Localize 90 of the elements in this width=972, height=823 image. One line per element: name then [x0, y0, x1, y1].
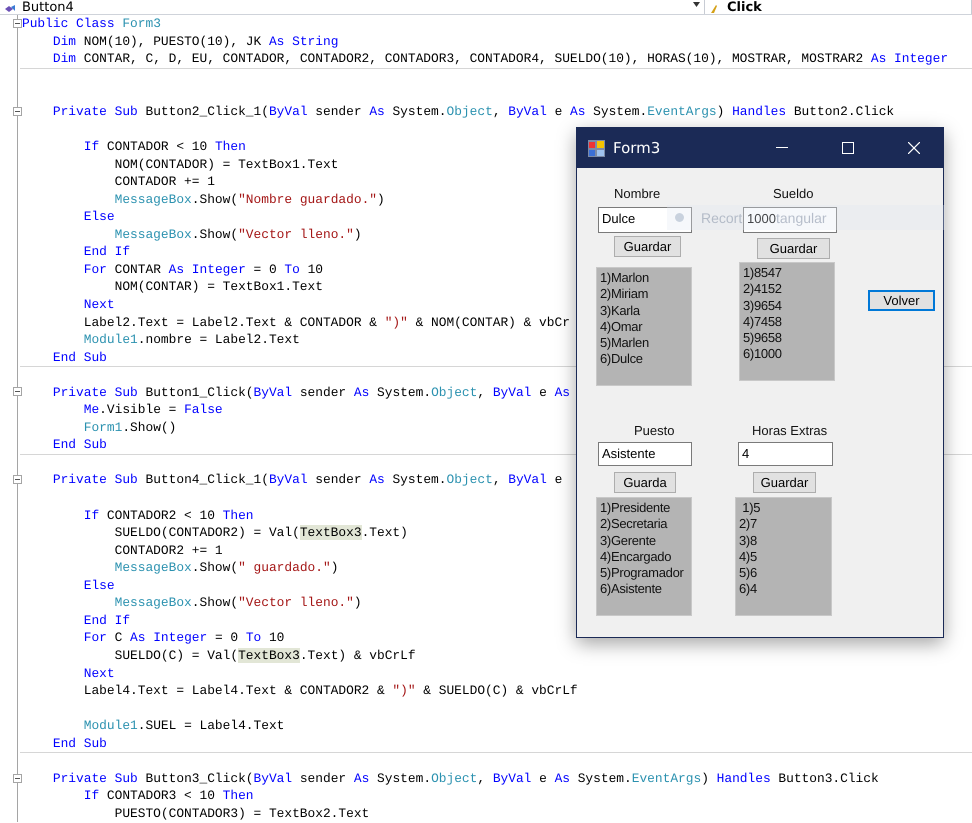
text-field[interactable]: Asistente: [598, 442, 692, 466]
field-label: Sueldo: [773, 186, 814, 201]
list-entry: 1)Presidente: [600, 500, 672, 516]
code-line: MessageBox.Show("Vector lleno."): [114, 226, 362, 243]
list-entry: 1)8547: [743, 265, 783, 282]
code-line: Next: [82, 296, 115, 314]
code-line: End If: [82, 612, 130, 629]
code-line: MessageBox.Show(" guardado."): [114, 559, 338, 576]
code-line: CONTADOR2 += 1: [114, 542, 223, 559]
list-entry: 3)Karla: [600, 302, 642, 319]
form-icon: [588, 140, 605, 156]
code-line: Else: [82, 576, 115, 594]
list-entry: 5)Marlen: [600, 335, 650, 352]
code-line: Module1.SUEL = Label4.Text: [82, 717, 284, 734]
list-entry: 2)Secretaria: [600, 516, 668, 533]
save-button[interactable]: Guardar: [753, 472, 816, 493]
code-line: Label2.Text = Label2.Text & CONTADOR & ")" & NOM(CONTAR) & vbCr: [82, 314, 570, 331]
save-button[interactable]: Guarda: [614, 472, 676, 493]
code-line: SUELDO(C) = Val(TextBox3.Text) & vbCrLf: [114, 646, 416, 664]
save-button[interactable]: Guardar: [757, 238, 830, 259]
code-line: End Sub: [52, 734, 107, 752]
code-line: End Sub: [52, 436, 107, 454]
field-label: Puesto: [634, 423, 674, 438]
member-dropdown[interactable]: Button4: [0, 0, 705, 14]
window-title: Form3: [613, 139, 662, 157]
event-dropdown[interactable]: Click: [705, 0, 972, 14]
code-line: Else: [82, 208, 115, 226]
ghost-label: tangular: [776, 210, 827, 226]
code-line: End If: [82, 243, 130, 260]
code-line: NOM(CONTAR) = TextBox1.Text: [114, 278, 323, 296]
list-entry: 3)9654: [743, 298, 783, 314]
code-line: Dim CONTAR, C, D, EU, CONTADOR, CONTADOR2, CONTADOR3, CONTADOR4, SUELDO(10), HORAS(10), MOSTRAR, MOSTRAR2 As Integer: [52, 50, 948, 68]
list-entry: 2)Miriam: [600, 286, 650, 303]
list-entry: 4)5: [739, 548, 758, 566]
ghost-label: Recort: [701, 210, 742, 226]
list-entry: 4)7458: [743, 314, 783, 330]
code-line: For CONTAR As Integer = 0 To 10: [82, 260, 323, 278]
text-field[interactable]: Dulce: [598, 207, 692, 233]
collapse-icon[interactable]: [13, 774, 22, 783]
code-line: SUELDO(CONTADOR2) = Val(TextBox3.Text): [114, 524, 408, 542]
code-line: MessageBox.Show("Nombre guardado."): [114, 190, 385, 208]
code-line: Private Sub Button3_Click(ByVal sender As System.Object, ByVal e As System.EventArgs) Handles Button3.Click: [52, 770, 879, 787]
code-line: Private Sub Button1_Click(ByVal sender As System.Object, ByVal e As: [52, 384, 570, 401]
save-button[interactable]: Guardar: [614, 236, 681, 257]
collapse-icon[interactable]: [13, 106, 22, 116]
field-label: Horas Extras: [752, 423, 828, 438]
list-entry: 5)6: [739, 565, 758, 582]
code-line: CONTADOR += 1: [114, 173, 215, 190]
code-line: Label4.Text = Label4.Text & CONTADOR2 & ")" & SUELDO(C) & vbCrLf: [82, 682, 578, 700]
code-line: Module1.nombre = Label2.Text: [82, 331, 300, 348]
list-entry: 4)Omar: [600, 318, 644, 336]
collapse-icon[interactable]: [13, 387, 22, 396]
list-entry: 5)Programador: [600, 565, 685, 582]
list-entry: 3)8: [739, 532, 758, 549]
minimize-icon: [776, 147, 788, 149]
code-line: End Sub: [52, 348, 107, 366]
code-line: If CONTADOR2 < 10 Then: [82, 506, 254, 524]
list-entry: 6)1000: [743, 346, 783, 363]
list-entry: 1)Marlon: [600, 270, 650, 286]
list-entry: 6)Asistente: [600, 581, 663, 598]
list-entry: 2)4152: [743, 281, 783, 298]
code-line: MessageBox.Show("Vector lleno."): [114, 594, 362, 612]
list-entry: 6)4: [739, 581, 758, 598]
caret-icon: [693, 2, 700, 7]
text-field[interactable]: 4: [738, 442, 833, 466]
list-entry: 3)Gerente: [600, 532, 657, 549]
code-line: If CONTADOR < 10 Then: [82, 138, 246, 156]
code-line: Me.Visible = False: [82, 401, 223, 418]
collapse-icon[interactable]: [13, 19, 22, 28]
list-entry: 1)5: [741, 500, 762, 516]
code-line: NOM(CONTADOR) = TextBox1.Text: [114, 156, 338, 173]
collapse-icon[interactable]: [13, 475, 22, 484]
list-entry: 6)Dulce: [600, 351, 644, 368]
list-entry: 5)9658: [743, 330, 783, 346]
code-line: If CONTADOR3 < 10 Then: [82, 787, 254, 804]
code-line: Private Sub Button4_Click_1(ByVal sender As System.Object, ByVal e: [52, 471, 562, 488]
code-line: Dim NOM(10), PUESTO(10), JK As String: [52, 32, 338, 50]
code-line: Form1.Show(): [82, 418, 176, 436]
code-line: Public Class Form3: [22, 15, 161, 32]
cube-icon: [4, 4, 16, 14]
list-entry: 2)7: [739, 516, 758, 533]
field-label: Nombre: [614, 186, 660, 201]
code-line: Next: [82, 664, 115, 682]
code-line: For C As Integer = 0 To 10: [82, 629, 284, 646]
code-line: PUESTO(CONTADOR3) = TextBox2.Text: [114, 804, 370, 822]
back-button[interactable]: Volver: [868, 290, 935, 311]
close-icon: [908, 142, 920, 154]
list-entry: 4)Encargado: [600, 548, 672, 566]
code-line: Private Sub Button2_Click_1(ByVal sender As System.Object, ByVal e As System.EventArgs) Handles Button2.Click: [52, 103, 894, 120]
maximize-icon: [842, 142, 854, 154]
